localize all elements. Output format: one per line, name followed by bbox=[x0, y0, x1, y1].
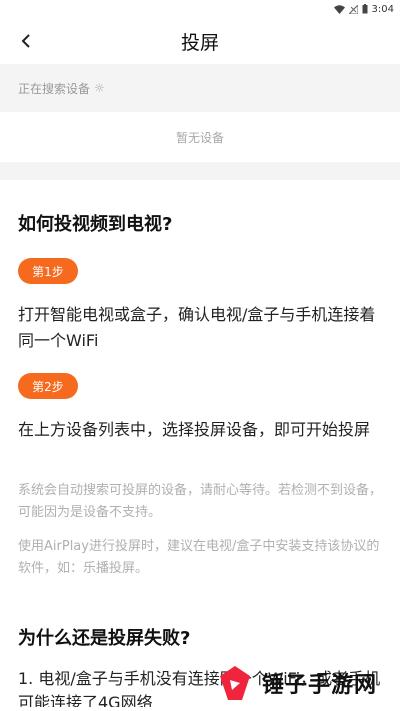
guide-note-1: 系统会自动搜索可投屏的设备，请耐心等待。若检测不到设备，可能因为是设备不支持。 bbox=[18, 483, 383, 520]
device-list-empty: 暂无设备 bbox=[0, 112, 400, 162]
step-2-text: 在上方设备列表中，选择投屏设备，即可开始投屏 bbox=[18, 420, 371, 439]
status-time: 3:04 bbox=[371, 3, 394, 15]
site-watermark: 锤子手游网 bbox=[214, 654, 400, 711]
step-1-label: 第1步 bbox=[32, 264, 64, 279]
page-title: 投屏 bbox=[180, 32, 219, 54]
step-1-badge: 第1步 bbox=[18, 258, 78, 284]
signal-off-icon bbox=[348, 4, 358, 14]
watermark-text: 锤子手游网 bbox=[262, 672, 378, 698]
search-status-bar: 正在搜索设备 ☼ bbox=[0, 64, 400, 112]
empty-device-text: 暂无设备 bbox=[175, 130, 224, 145]
step-1-text: 打开智能电视或盒子，确认电视/盒子与手机连接着同一个WiFi bbox=[18, 305, 376, 350]
section-divider bbox=[0, 162, 400, 180]
step-2-label: 第2步 bbox=[32, 379, 64, 394]
guide-note-2: 使用AirPlay进行投屏时，建议在电视/盒子中安装支持该协议的软件，如：乐播投… bbox=[18, 539, 380, 576]
watermark-logo bbox=[220, 665, 250, 700]
status-bar: 3:04 bbox=[0, 0, 400, 18]
loading-spinner-icon: ☼ bbox=[94, 81, 105, 95]
guide-title: 如何投视频到电视? bbox=[18, 214, 173, 235]
battery-icon bbox=[362, 4, 368, 14]
search-status-text: 正在搜索设备 bbox=[18, 81, 91, 96]
wifi-icon bbox=[333, 4, 345, 14]
step-2-badge: 第2步 bbox=[18, 373, 78, 399]
app-header: 投屏 bbox=[0, 18, 400, 64]
failure-title: 为什么还是投屏失败? bbox=[18, 628, 191, 649]
